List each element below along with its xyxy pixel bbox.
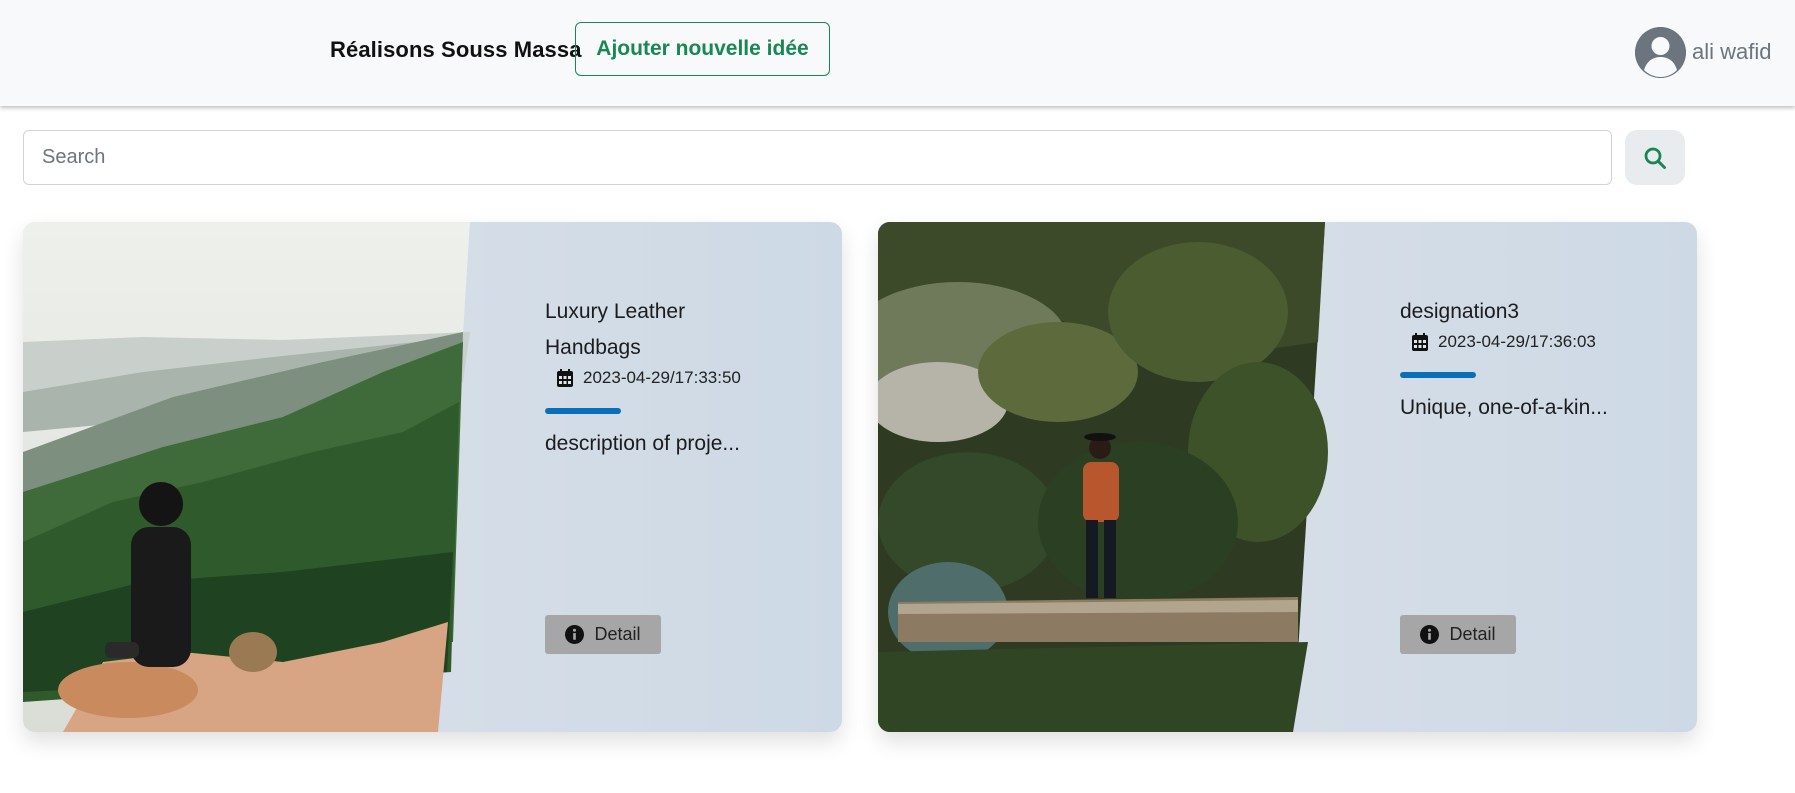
accent-bar <box>1400 372 1476 378</box>
search-input[interactable] <box>23 130 1612 185</box>
card-date-text: 2023-04-29/17:36:03 <box>1438 332 1596 351</box>
card-description: Unique, one-of-a-kin... <box>1400 396 1608 419</box>
info-icon <box>1420 625 1440 644</box>
card-date: 2023-04-29/17:33:50 <box>557 368 785 388</box>
accent-bar <box>545 408 621 414</box>
project-card: Luxury Leather Handbags 2023-04-29/17:33… <box>23 222 842 732</box>
detail-button-label: Detail <box>1449 624 1496 644</box>
project-photo-forest <box>878 222 1328 732</box>
add-idea-button[interactable]: Ajouter nouvelle idée <box>575 22 830 76</box>
search-button[interactable] <box>1625 130 1685 185</box>
brand-title[interactable]: Réalisons Souss Massa <box>330 37 582 63</box>
card-date: 2023-04-29/17:36:03 <box>1412 332 1640 352</box>
user-avatar-icon[interactable] <box>1635 26 1686 78</box>
detail-button[interactable]: Detail <box>1400 615 1516 654</box>
project-photo-mountain <box>23 222 470 732</box>
card-title: designation3 <box>1400 300 1520 323</box>
search-icon <box>1644 147 1666 169</box>
navbar: Réalisons Souss Massa Ajouter nouvelle i… <box>0 0 1795 106</box>
project-card: designation3 2023-04-29/17:36:03 Unique,… <box>878 222 1697 732</box>
user-name[interactable]: ali wafid <box>1692 39 1771 65</box>
detail-button[interactable]: Detail <box>545 615 661 654</box>
card-body: Luxury Leather Handbags 2023-04-29/17:33… <box>545 294 785 456</box>
calendar-icon <box>557 369 573 387</box>
calendar-icon <box>1412 333 1428 351</box>
user-menu[interactable]: ali wafid <box>1635 26 1771 78</box>
detail-button-label: Detail <box>594 624 641 644</box>
card-date-text: 2023-04-29/17:33:50 <box>583 368 741 387</box>
card-title: Luxury Leather Handbags <box>545 300 686 359</box>
card-description: description of proje... <box>545 432 740 455</box>
info-icon <box>565 625 585 644</box>
card-body: designation3 2023-04-29/17:36:03 Unique,… <box>1400 294 1640 420</box>
